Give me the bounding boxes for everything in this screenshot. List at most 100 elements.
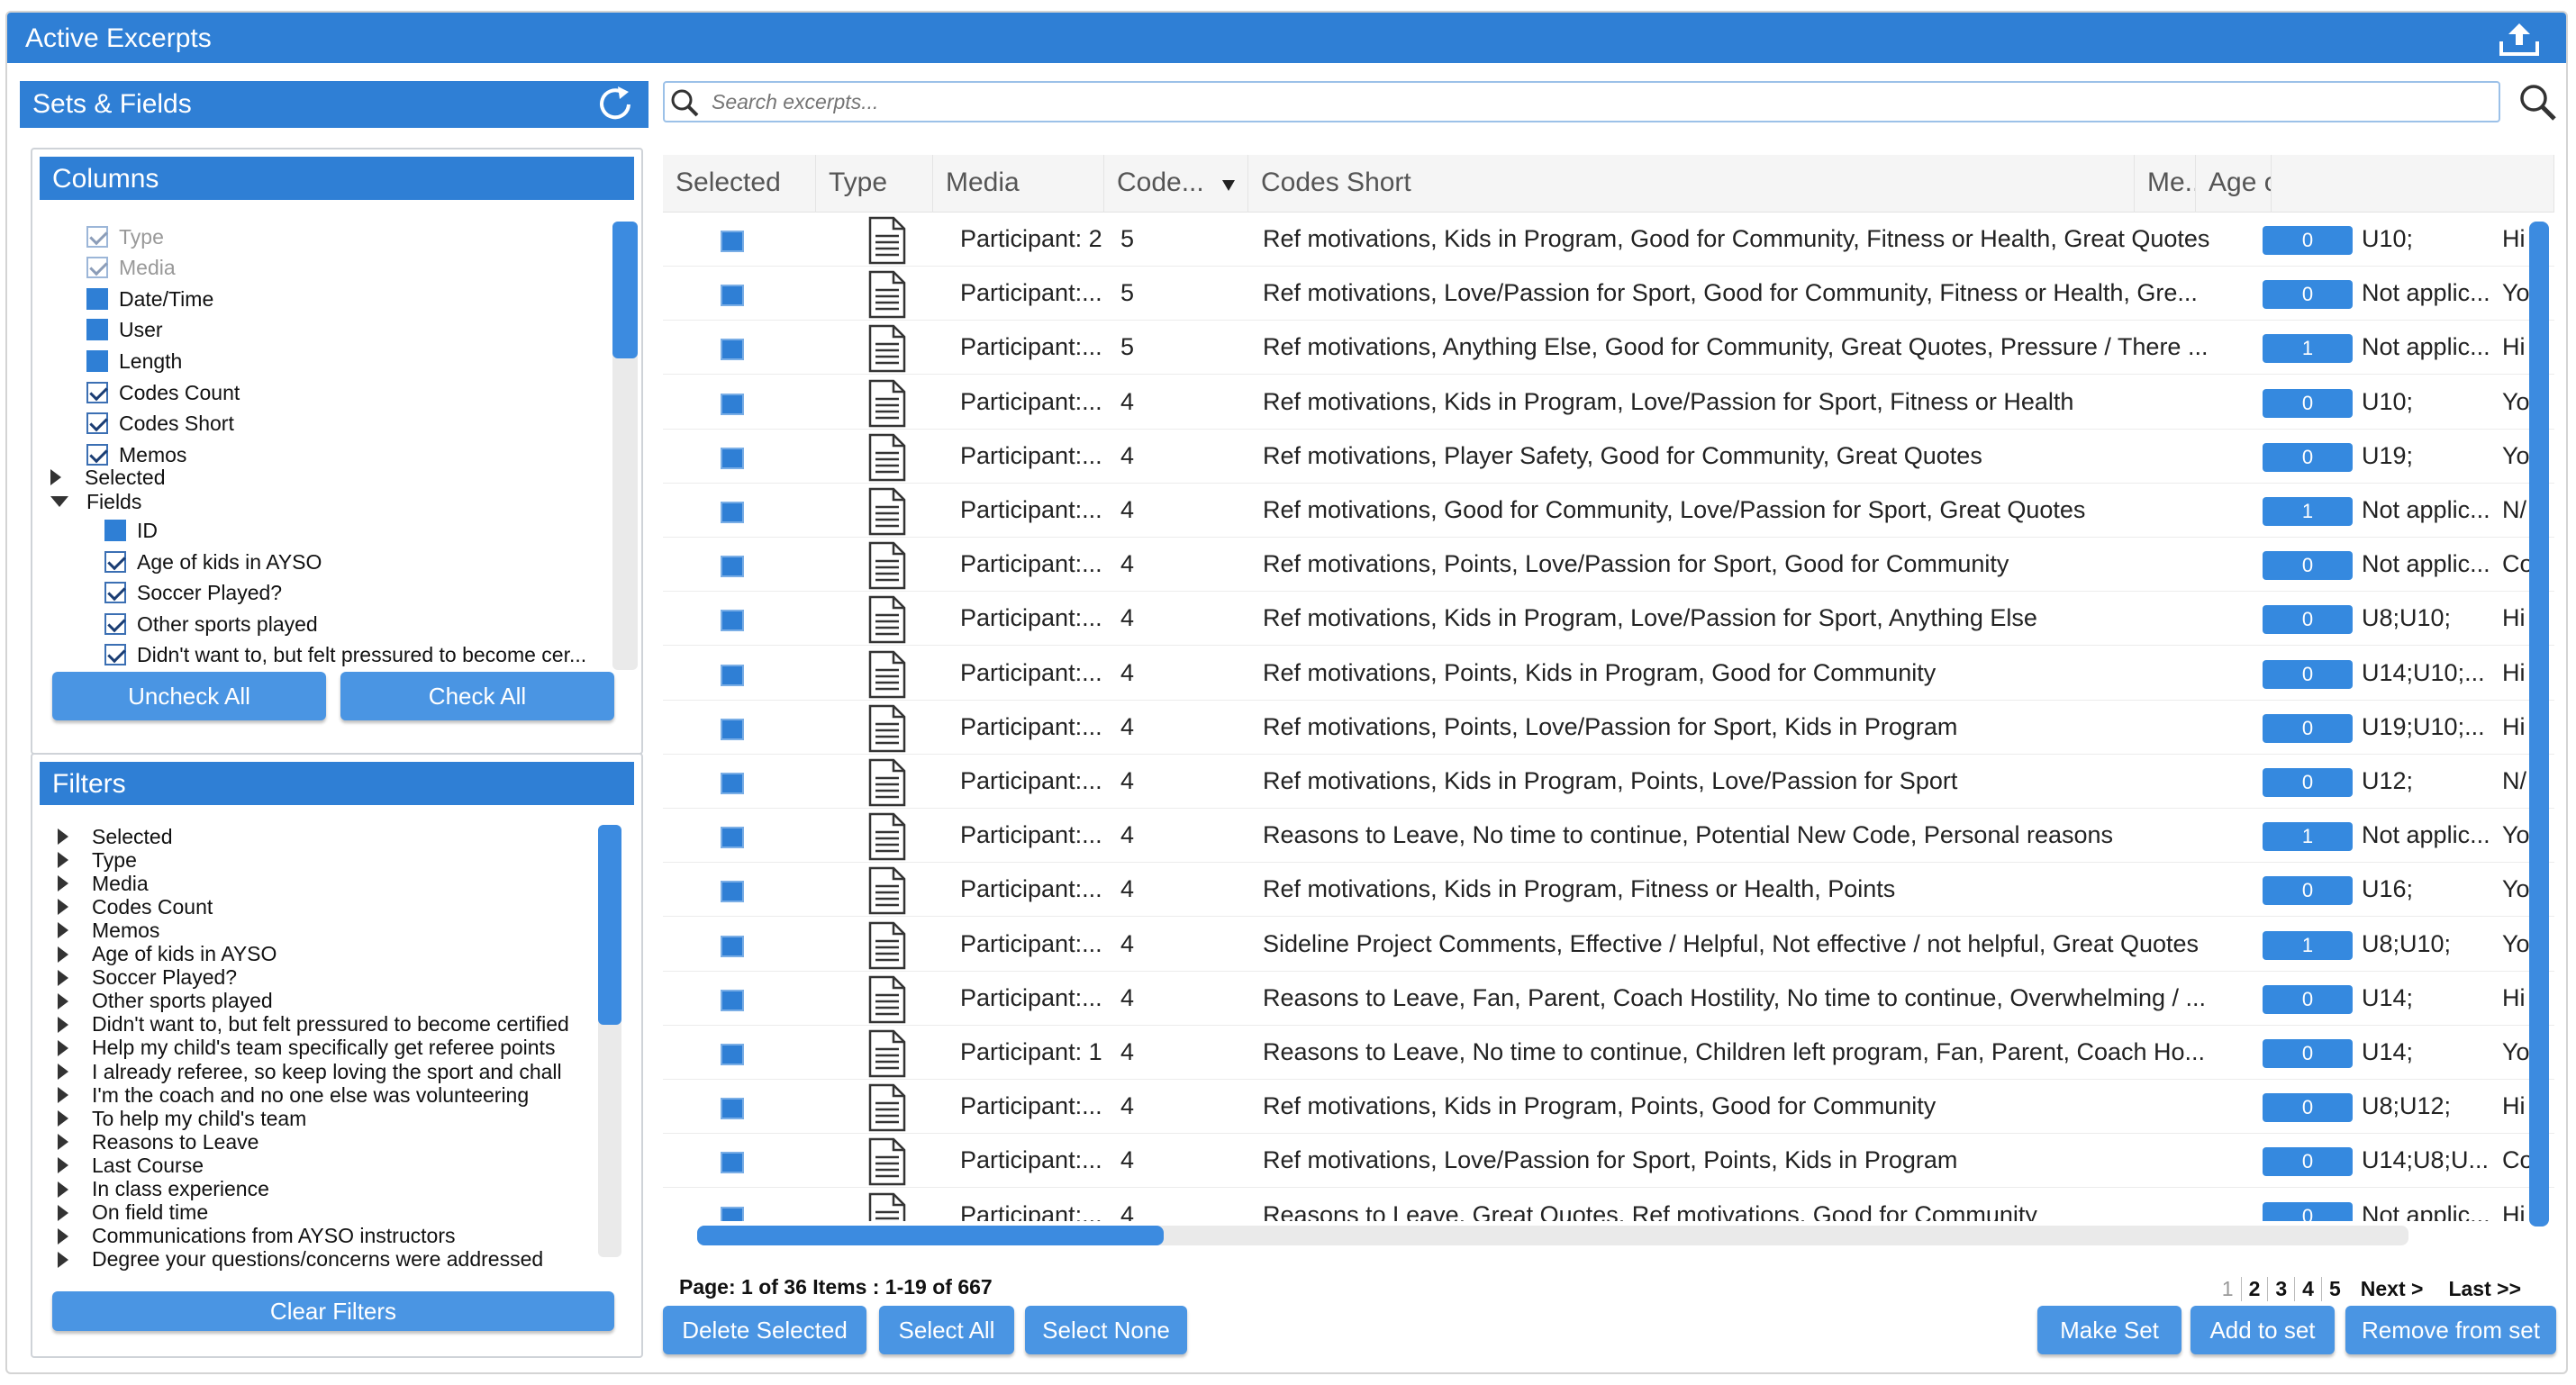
row-select-checkbox[interactable] <box>721 664 744 686</box>
column-checkbox[interactable] <box>86 257 108 278</box>
column-item[interactable]: Media <box>86 254 176 281</box>
column-header[interactable]: Selected <box>663 155 816 213</box>
chevron-right-icon[interactable] <box>58 1039 68 1056</box>
memo-count-badge[interactable]: 0 <box>2263 1147 2353 1177</box>
filter-item[interactable]: Type <box>58 848 137 872</box>
table-row[interactable]: Participant:... 4 Ref motivations, Kids in… <box>663 755 2554 809</box>
memo-count-badge[interactable]: 0 <box>2263 605 2353 635</box>
filters-scrollbar[interactable] <box>598 825 621 1257</box>
remove-from-set-button[interactable]: Remove from set <box>2345 1306 2556 1354</box>
memo-count-badge[interactable]: 1 <box>2263 334 2353 364</box>
row-select-checkbox[interactable] <box>721 881 744 903</box>
column-header[interactable] <box>2272 155 2554 213</box>
table-row[interactable]: Participant: 2 5 Ref motivations, Kids in … <box>663 213 2554 267</box>
refresh-icon[interactable] <box>594 85 638 124</box>
column-header[interactable]: Media <box>933 155 1104 213</box>
column-item[interactable]: Codes Count <box>86 379 240 406</box>
column-item[interactable]: Didn't want to, but felt pressured to be… <box>104 641 586 668</box>
row-select-checkbox[interactable] <box>721 935 744 957</box>
memo-count-badge[interactable]: 0 <box>2263 768 2353 797</box>
filter-item[interactable]: Soccer Played? <box>58 965 237 990</box>
column-header[interactable]: Codes Short <box>1248 155 2135 213</box>
chevron-right-icon[interactable] <box>58 1251 68 1268</box>
row-select-checkbox[interactable] <box>721 339 744 361</box>
memo-count-badge[interactable]: 0 <box>2263 388 2353 418</box>
row-select-checkbox[interactable] <box>721 827 744 849</box>
row-select-checkbox[interactable] <box>721 718 744 740</box>
memo-count-badge[interactable]: 0 <box>2263 1039 2353 1068</box>
chevron-right-icon[interactable] <box>50 469 61 485</box>
column-item[interactable]: Selected <box>50 464 166 491</box>
chevron-right-icon[interactable] <box>58 852 68 869</box>
column-item[interactable]: Type <box>86 223 164 250</box>
column-checkbox[interactable] <box>104 551 126 573</box>
row-select-checkbox[interactable] <box>721 393 744 415</box>
row-select-checkbox[interactable] <box>721 610 744 632</box>
filter-item[interactable]: Communications from AYSO instructors <box>58 1224 455 1248</box>
chevron-right-icon[interactable] <box>58 1087 68 1104</box>
page-link-1[interactable]: 1 <box>2215 1277 2242 1301</box>
filter-item[interactable]: Didn't want to, but felt pressured to be… <box>58 1012 569 1036</box>
filter-item[interactable]: Other sports played <box>58 989 273 1013</box>
filter-item[interactable]: Reasons to Leave <box>58 1130 259 1154</box>
row-select-checkbox[interactable] <box>721 1044 744 1065</box>
table-row[interactable]: Participant:... 5 Ref motivations, Love/Pa… <box>663 267 2554 321</box>
column-checkbox[interactable] <box>86 319 108 340</box>
memo-count-badge[interactable]: 0 <box>2263 984 2353 1014</box>
select-all-button[interactable]: Select All <box>879 1306 1014 1354</box>
filter-item[interactable]: Selected <box>58 825 173 848</box>
column-checkbox[interactable] <box>104 644 126 665</box>
columns-scrollbar-thumb[interactable] <box>612 222 638 358</box>
table-row[interactable]: Participant:... 4 Ref motivations, Kids in… <box>663 592 2554 647</box>
column-item[interactable]: User <box>86 316 163 343</box>
filter-item[interactable]: Age of kids in AYSO <box>58 942 277 966</box>
chevron-right-icon[interactable] <box>58 946 68 963</box>
memo-count-badge[interactable]: 0 <box>2263 551 2353 581</box>
column-item[interactable]: Age of kids in AYSO <box>104 548 322 575</box>
filter-item[interactable]: In class experience <box>58 1177 269 1201</box>
table-row[interactable]: Participant: 1 4 Reasons to Leave, No time… <box>663 1026 2554 1080</box>
column-checkbox[interactable] <box>86 288 108 310</box>
table-row[interactable]: Participant:... 5 Ref motivations, Anythin… <box>663 321 2554 376</box>
uncheck-all-button[interactable]: Uncheck All <box>52 672 326 720</box>
grid-vertical-scrollbar[interactable] <box>2529 222 2549 1227</box>
column-checkbox[interactable] <box>86 226 108 248</box>
column-checkbox[interactable] <box>104 613 126 635</box>
filter-item[interactable]: Degree your questions/concerns were addr… <box>58 1247 543 1272</box>
row-select-checkbox[interactable] <box>721 1098 744 1120</box>
filter-item[interactable]: I'm the coach and no one else was volunt… <box>58 1083 529 1107</box>
table-row[interactable]: Participant:... 4 Sideline Project Comment… <box>663 917 2554 972</box>
row-select-checkbox[interactable] <box>721 556 744 578</box>
chevron-right-icon[interactable] <box>58 1064 68 1080</box>
filter-item[interactable]: Help my child's team specifically get re… <box>58 1036 555 1060</box>
filter-item[interactable]: Memos <box>58 919 159 942</box>
chevron-right-icon[interactable] <box>58 992 68 1009</box>
filter-item[interactable]: Last Course <box>58 1154 204 1177</box>
grid-vertical-scrollbar-thumb[interactable] <box>2529 222 2549 1227</box>
row-select-checkbox[interactable] <box>721 1152 744 1174</box>
chevron-right-icon[interactable] <box>58 1204 68 1221</box>
last-page-link[interactable]: Last >> <box>2435 1277 2534 1301</box>
chevron-right-icon[interactable] <box>58 1110 68 1127</box>
chevron-right-icon[interactable] <box>58 899 68 916</box>
table-row[interactable]: Participant:... 4 Reasons to Leave, Great … <box>663 1188 2554 1221</box>
column-header[interactable]: Age of ... <box>2196 155 2272 213</box>
chevron-right-icon[interactable] <box>58 1181 68 1198</box>
memo-count-badge[interactable]: 0 <box>2263 1093 2353 1123</box>
filter-item[interactable]: Codes Count <box>58 895 213 919</box>
search-icon[interactable] <box>2517 81 2558 122</box>
table-row[interactable]: Participant:... 4 Ref motivations, Kids in… <box>663 863 2554 918</box>
table-row[interactable]: Participant:... 4 Ref motivations, Points,… <box>663 538 2554 593</box>
grid-horizontal-scrollbar-thumb[interactable] <box>697 1226 1164 1245</box>
row-select-checkbox[interactable] <box>721 285 744 307</box>
memo-count-badge[interactable]: 1 <box>2263 497 2353 526</box>
add-to-set-button[interactable]: Add to set <box>2191 1306 2335 1354</box>
row-select-checkbox[interactable] <box>721 1206 744 1221</box>
column-item[interactable]: Length <box>86 348 182 375</box>
column-header[interactable]: Type <box>816 155 933 213</box>
column-item[interactable]: Codes Short <box>86 410 234 437</box>
memo-count-badge[interactable]: 0 <box>2263 713 2353 743</box>
table-row[interactable]: Participant:... 4 Ref motivations, Points,… <box>663 700 2554 755</box>
column-checkbox[interactable] <box>104 520 126 541</box>
memo-count-badge[interactable]: 1 <box>2263 822 2353 852</box>
